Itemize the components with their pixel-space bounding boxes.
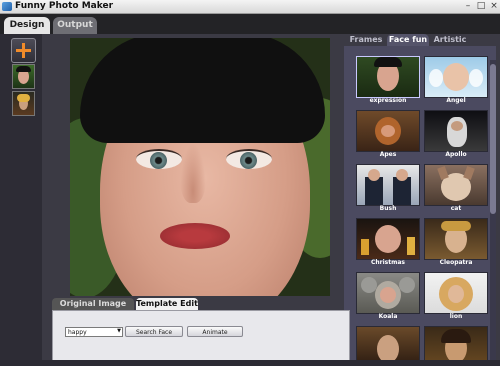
left-eye: [136, 149, 182, 169]
gallery-item[interactable]: Apes: [356, 110, 420, 160]
add-photo-button[interactable]: [11, 38, 36, 63]
status-strip: [0, 360, 500, 366]
expression-select[interactable]: happy ▼: [65, 327, 123, 337]
tab-artistic[interactable]: Artistic: [432, 34, 468, 46]
hat: [80, 38, 325, 143]
chevron-down-icon: ▼: [117, 328, 121, 334]
tab-frames[interactable]: Frames: [348, 34, 384, 46]
gallery-item[interactable]: Christmas: [356, 218, 420, 268]
gallery-scrollbar[interactable]: [490, 60, 496, 366]
photo-thumbnail[interactable]: [12, 64, 35, 89]
tab-original-image-edit[interactable]: Original Image Edit: [52, 298, 134, 320]
gallery-item[interactable]: Bush: [356, 164, 420, 214]
gallery-item[interactable]: expression: [356, 56, 420, 106]
edit-tab-strip: Original Image Edit Template Edit: [52, 298, 352, 320]
app-icon: [2, 2, 12, 11]
tab-template-edit[interactable]: Template Edit: [136, 298, 198, 310]
gallery-item[interactable]: lion: [424, 272, 488, 322]
template-gallery: expression Angel Apes Apollo Bush cat Ch…: [344, 46, 496, 366]
app-window: Funny Photo Maker – □ × Design Output Fr…: [0, 0, 500, 366]
right-eye: [226, 149, 272, 169]
right-tab-strip: Frames Face fun Artistic: [344, 34, 500, 46]
gallery-item[interactable]: Apollo: [424, 110, 488, 160]
photo-thumbnail[interactable]: [12, 91, 35, 116]
animate-button[interactable]: Animate: [187, 326, 243, 337]
tab-design[interactable]: Design: [4, 17, 50, 34]
top-tab-strip: Design Output: [0, 14, 500, 34]
left-sidebar: [0, 34, 42, 366]
template-edit-panel: happy ▼ Search Face Animate: [52, 310, 350, 362]
title-bar: Funny Photo Maker – □ ×: [0, 0, 500, 14]
gallery-item[interactable]: Angel: [424, 56, 488, 106]
search-face-button[interactable]: Search Face: [125, 326, 183, 337]
window-title: Funny Photo Maker: [15, 1, 114, 11]
scrollbar-thumb[interactable]: [490, 64, 496, 214]
maximize-button[interactable]: □: [476, 1, 486, 11]
content-area: Frames Face fun Artistic expression Ange…: [0, 34, 500, 366]
gallery-item[interactable]: Koala: [356, 272, 420, 322]
tab-face-fun[interactable]: Face fun: [387, 34, 429, 46]
lips: [160, 223, 230, 249]
gallery-item[interactable]: cat: [424, 164, 488, 214]
gallery-item[interactable]: Cleopatra: [424, 218, 488, 268]
tab-output[interactable]: Output: [53, 17, 97, 34]
close-button[interactable]: ×: [489, 1, 499, 11]
minimize-button[interactable]: –: [463, 1, 473, 11]
main-photo[interactable]: [70, 38, 330, 296]
